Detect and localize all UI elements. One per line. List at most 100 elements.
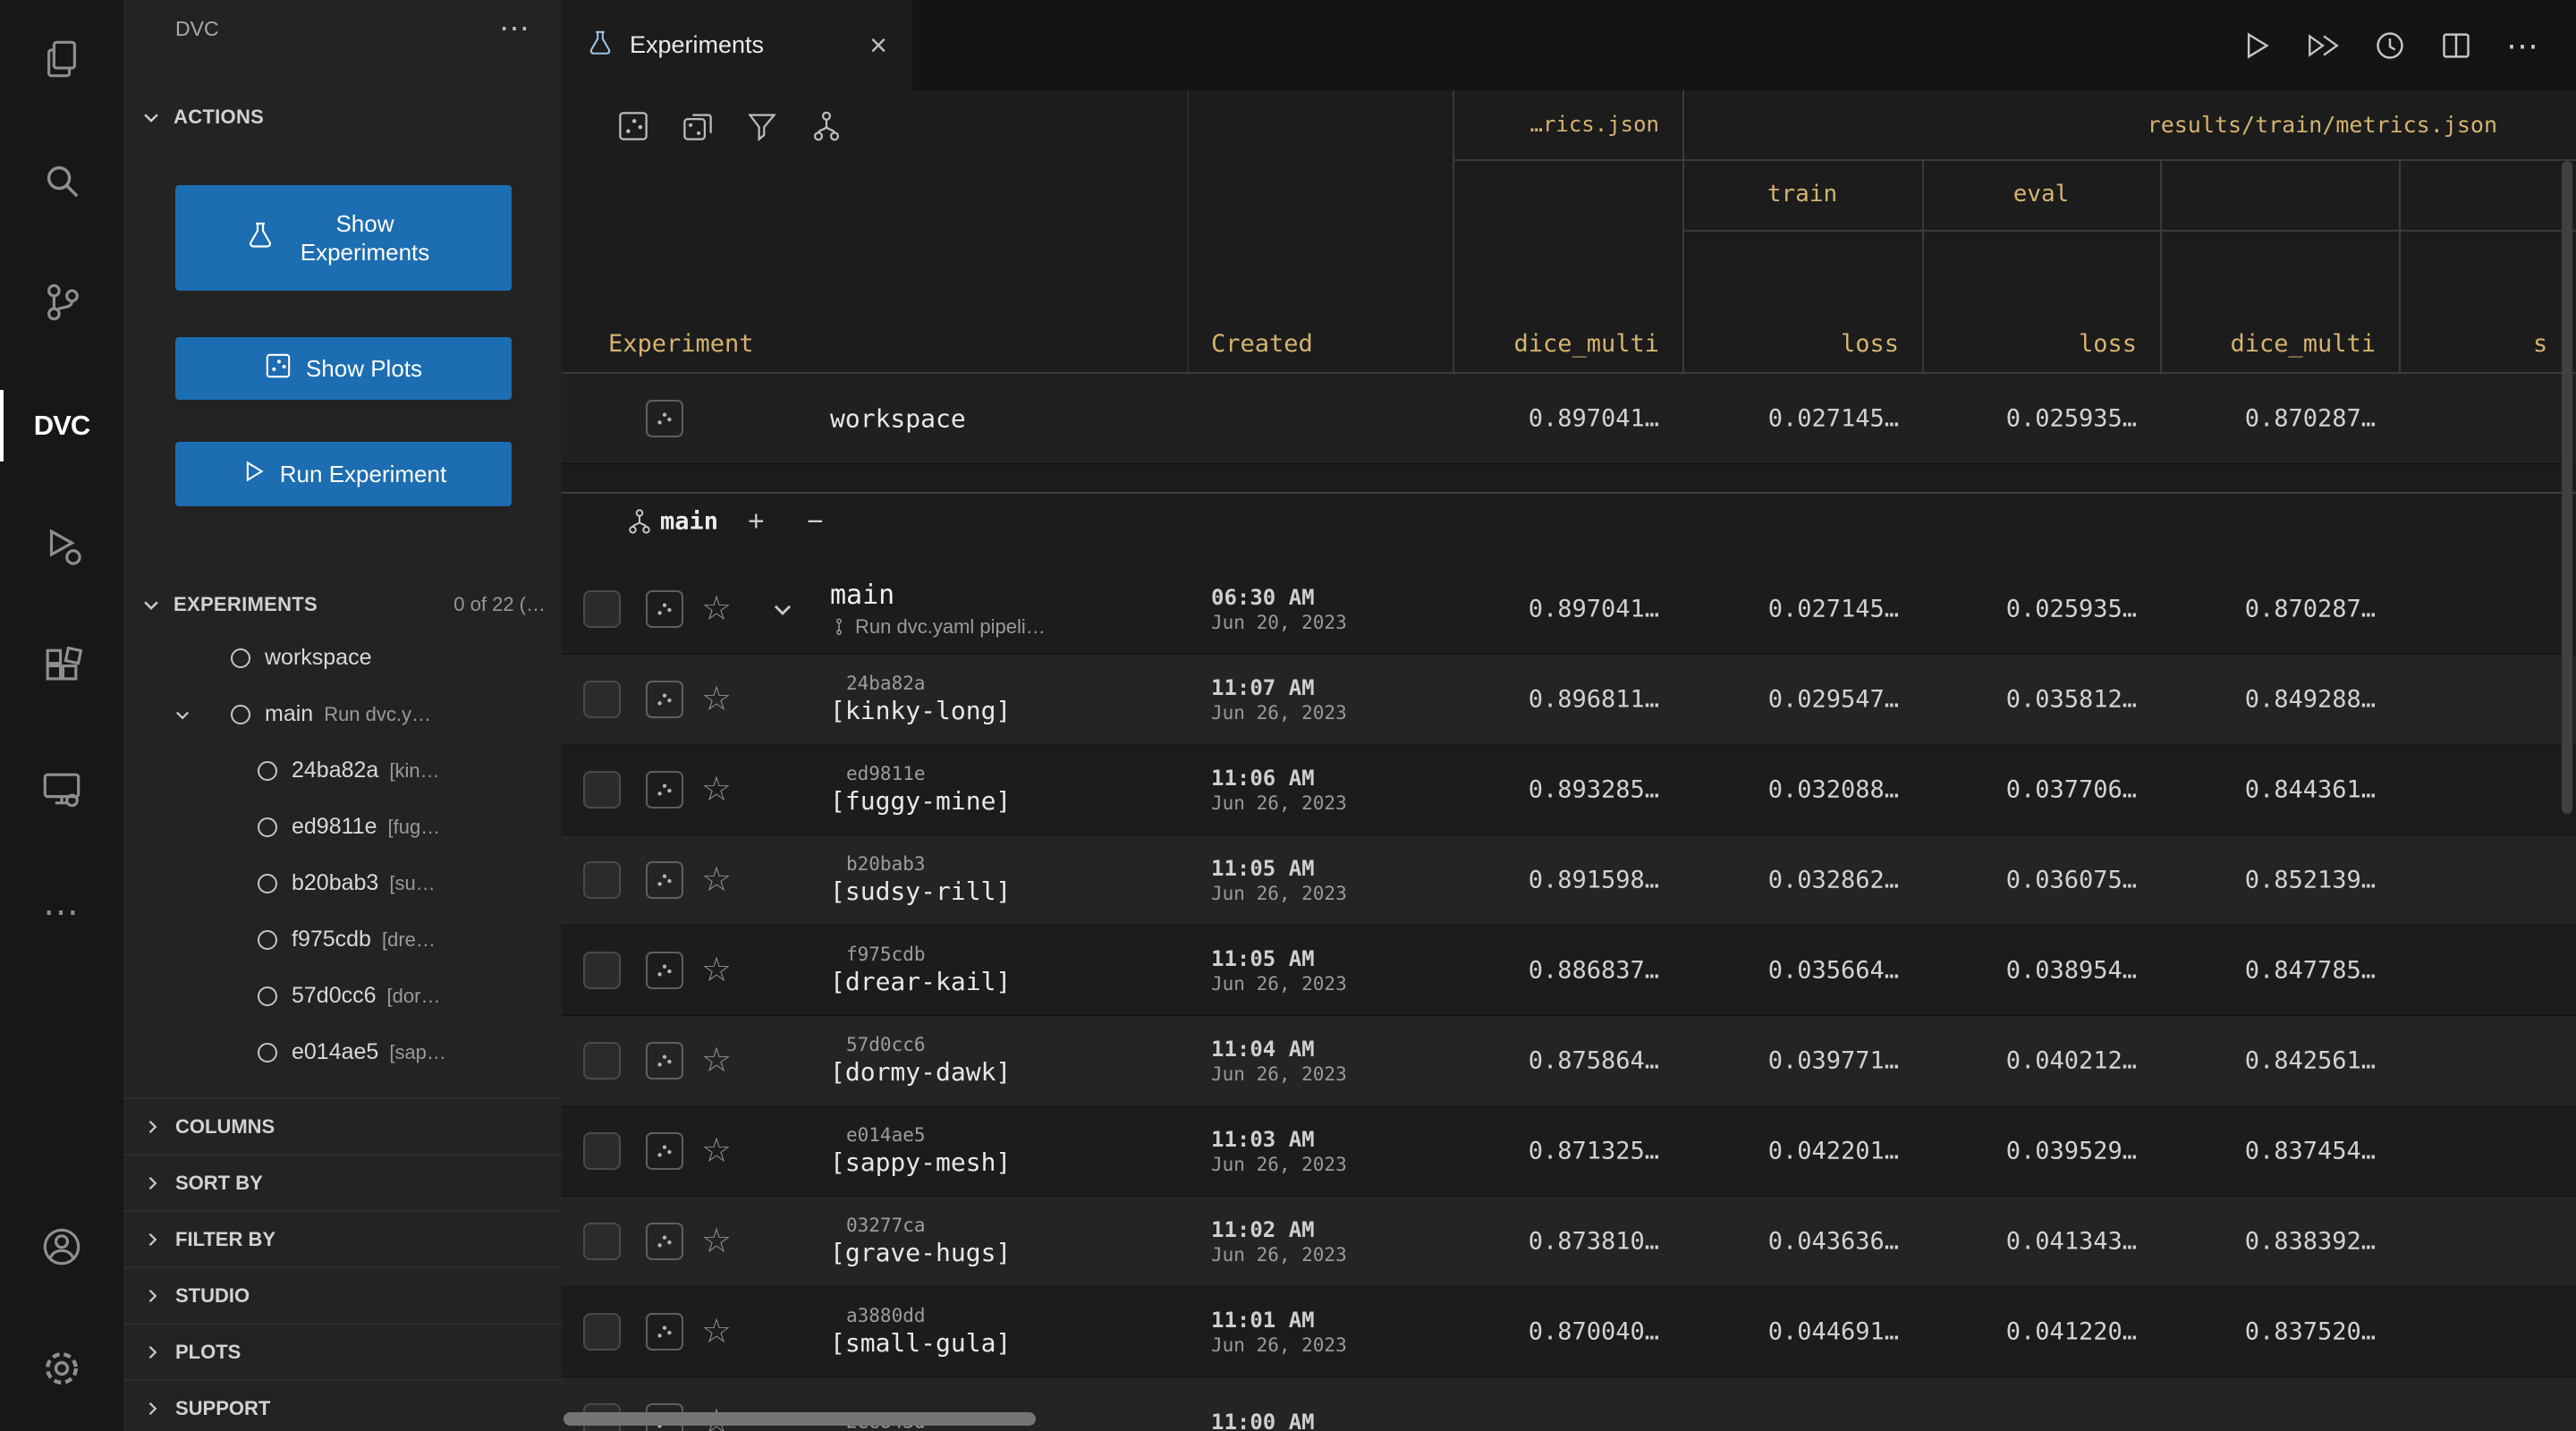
row-checkbox[interactable]: [583, 681, 621, 718]
row-plot-icon[interactable]: [646, 861, 683, 899]
filter-icon[interactable]: [746, 110, 778, 142]
experiment-row[interactable]: ☆ ed9811e [fuggy-mine] 11:06 AM Jun 26, …: [562, 745, 2576, 835]
row-plot-icon[interactable]: [646, 1042, 683, 1080]
column-header-eval-dice-multi[interactable]: dice_multi: [2230, 330, 2376, 358]
row-plot-icon[interactable]: [646, 400, 683, 437]
show-experiments-label: Show Experiments: [289, 209, 441, 267]
experiment-row[interactable]: ☆ 03277ca [grave-hugs] 11:02 AM Jun 26, …: [562, 1197, 2576, 1287]
vertical-scrollbar[interactable]: [2562, 161, 2572, 814]
tree-item[interactable]: ed9811e [fug…: [123, 799, 562, 855]
row-star-icon[interactable]: ☆: [701, 1315, 732, 1349]
tree-item[interactable]: workspace: [123, 630, 562, 686]
extensions-button[interactable]: [0, 608, 123, 730]
row-plot-icon[interactable]: [646, 952, 683, 989]
sidebar-section-header[interactable]: PLOTS: [123, 1323, 562, 1379]
row-star-icon[interactable]: ☆: [701, 592, 732, 626]
tree-item[interactable]: 24ba82a [kin…: [123, 742, 562, 799]
row-star-icon[interactable]: ☆: [701, 1224, 732, 1258]
chevron-down-icon[interactable]: [771, 597, 794, 621]
experiment-row[interactable]: ☆ f975cdb [drear-kail] 11:05 AM Jun 26, …: [562, 926, 2576, 1016]
row-checkbox[interactable]: [583, 1313, 621, 1351]
row-checkbox[interactable]: [583, 1223, 621, 1260]
row-star-icon[interactable]: ☆: [701, 863, 732, 897]
row-plot-icon[interactable]: [646, 1132, 683, 1170]
run-debug-button[interactable]: [0, 487, 123, 608]
experiment-row[interactable]: ☆ a3880dd [small-gula] 11:01 AM Jun 26, …: [562, 1287, 2576, 1377]
main-commit-row[interactable]: ☆ main Run dvc.yaml pipeli… 06:30 AM Ju: [562, 564, 2576, 655]
tree-chevron-icon[interactable]: [174, 706, 191, 724]
run-icon[interactable]: [2240, 30, 2272, 62]
row-plot-icon[interactable]: [646, 1223, 683, 1260]
column-header-truncated[interactable]: s: [2533, 330, 2547, 358]
sidebar-section-header[interactable]: SORT BY: [123, 1154, 562, 1210]
actions-section-header[interactable]: ACTIONS: [123, 94, 562, 140]
plots-icon[interactable]: [617, 110, 649, 142]
column-header-dice-multi[interactable]: dice_multi: [1453, 330, 1659, 358]
experiment-row[interactable]: ☆ 24ba82a [kinky-long] 11:07 AM Jun 26, …: [562, 655, 2576, 745]
column-header-created[interactable]: Created: [1211, 330, 1313, 358]
sidebar-section-header[interactable]: COLUMNS: [123, 1097, 562, 1154]
more-actions-icon[interactable]: ⋯: [2506, 27, 2538, 64]
run-all-icon[interactable]: [2306, 30, 2340, 62]
sidebar-section-header[interactable]: FILTER BY: [123, 1210, 562, 1266]
chevron-right-icon: [143, 1343, 161, 1361]
split-editor-icon[interactable]: [2440, 30, 2472, 62]
tree-item[interactable]: f975cdb [dre…: [123, 911, 562, 968]
sidebar-section-header[interactable]: SUPPORT: [123, 1379, 562, 1431]
row-checkbox[interactable]: [583, 1042, 621, 1080]
row-checkbox[interactable]: [583, 771, 621, 809]
horizontal-scrollbar[interactable]: [564, 1412, 1036, 1426]
row-star-icon[interactable]: ☆: [701, 953, 732, 987]
section-label: FILTER BY: [175, 1228, 275, 1251]
search-button[interactable]: [0, 122, 123, 243]
run-experiment-button[interactable]: Run Experiment: [175, 442, 512, 506]
experiment-row[interactable]: ☆ 57d0cc6 [dormy-dawk] 11:04 AM Jun 26, …: [562, 1016, 2576, 1106]
tree-item[interactable]: 57d0cc6 [dor…: [123, 968, 562, 1024]
row-star-icon[interactable]: ☆: [701, 1044, 732, 1078]
experiments-section-header[interactable]: EXPERIMENTS 0 of 22 (…: [123, 581, 562, 628]
eval-subheader: eval: [1922, 159, 2160, 230]
dvc-view-button[interactable]: DVC: [0, 365, 123, 487]
compare-runs-icon[interactable]: [682, 110, 714, 142]
branch-fork-icon[interactable]: [810, 110, 843, 142]
queue-clock-icon[interactable]: [2374, 30, 2406, 62]
column-header-eval-loss[interactable]: loss: [2079, 330, 2137, 358]
row-checkbox[interactable]: [583, 590, 621, 628]
show-plots-button[interactable]: Show Plots: [175, 337, 512, 400]
row-star-icon[interactable]: ☆: [701, 682, 732, 716]
settings-button[interactable]: [0, 1309, 123, 1431]
row-plot-icon[interactable]: [646, 681, 683, 718]
sidebar-more-icon[interactable]: ⋯: [499, 20, 530, 38]
explorer-button[interactable]: [0, 0, 123, 122]
column-divider: [2399, 159, 2401, 374]
dvc-logo: DVC: [34, 410, 89, 442]
tree-item[interactable]: main Run dvc.y…: [123, 686, 562, 742]
expand-branch-icon[interactable]: +: [748, 505, 765, 538]
row-checkbox[interactable]: [583, 952, 621, 989]
account-button[interactable]: [0, 1188, 123, 1309]
close-icon[interactable]: ×: [869, 30, 887, 61]
more-views-button[interactable]: ⋯: [0, 851, 123, 973]
column-header-experiment[interactable]: Experiment: [608, 330, 754, 358]
row-checkbox[interactable]: [583, 1132, 621, 1170]
row-star-icon[interactable]: ☆: [701, 1134, 732, 1168]
source-control-button[interactable]: [0, 243, 123, 365]
sidebar-section-header[interactable]: STUDIO: [123, 1266, 562, 1323]
tree-item[interactable]: e014ae5 [sap…: [123, 1024, 562, 1080]
row-plot-icon[interactable]: [646, 1313, 683, 1351]
show-experiments-button[interactable]: Show Experiments: [175, 185, 512, 291]
experiment-row[interactable]: ☆ b20bab3 [sudsy-rill] 11:05 AM Jun 26, …: [562, 835, 2576, 926]
tab-experiments[interactable]: Experiments ×: [562, 0, 912, 90]
row-checkbox[interactable]: [583, 861, 621, 899]
experiment-row[interactable]: ☆ e014ae5 [sappy-mesh] 11:03 AM Jun 26, …: [562, 1106, 2576, 1197]
metric-value: 0.837520…: [2245, 1318, 2376, 1346]
tree-item[interactable]: b20bab3 [su…: [123, 855, 562, 911]
row-plot-icon[interactable]: [646, 771, 683, 809]
metric-value: 0.039771…: [1768, 1047, 1899, 1075]
row-star-icon[interactable]: ☆: [701, 773, 732, 807]
remote-explorer-button[interactable]: [0, 730, 123, 851]
workspace-row[interactable]: workspace 0.897041… 0.027145… 0.025935… …: [562, 374, 2576, 464]
row-plot-icon[interactable]: [646, 590, 683, 628]
column-header-train-loss[interactable]: loss: [1841, 330, 1899, 358]
collapse-branch-icon[interactable]: −: [807, 505, 824, 538]
